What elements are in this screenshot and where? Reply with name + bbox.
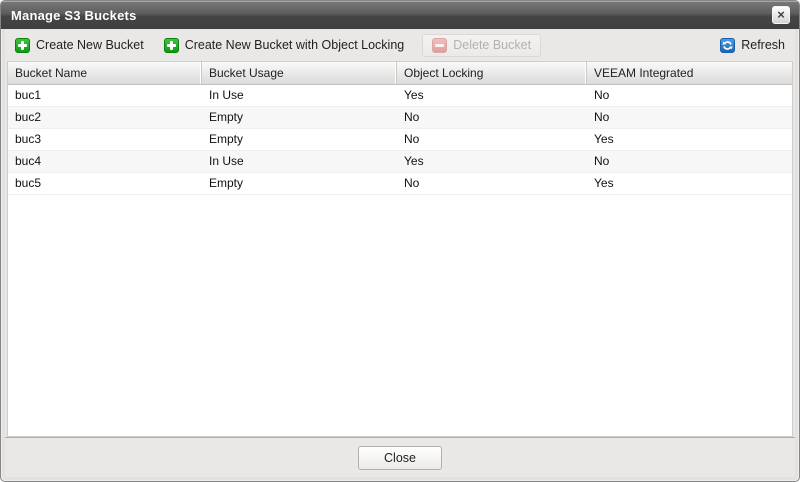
dialog-body: Create New Bucket Create New Bucket with… xyxy=(5,29,795,477)
table-cell: buc5 xyxy=(8,173,202,194)
delete-bucket-label: Delete Bucket xyxy=(453,38,531,52)
create-bucket-button[interactable]: Create New Bucket xyxy=(13,35,146,56)
table-row[interactable]: buc1In UseYesNo xyxy=(8,85,792,107)
dialog-titlebar: Manage S3 Buckets × xyxy=(1,1,799,29)
toolbar: Create New Bucket Create New Bucket with… xyxy=(5,29,795,61)
table-cell: No xyxy=(397,129,587,150)
close-icon[interactable]: × xyxy=(772,6,790,24)
dialog-footer: Close xyxy=(5,437,795,477)
refresh-button[interactable]: Refresh xyxy=(718,35,787,56)
close-button[interactable]: Close xyxy=(358,446,442,470)
table-cell: buc4 xyxy=(8,151,202,172)
table-cell: Empty xyxy=(202,107,397,128)
table-header-row: Bucket NameBucket UsageObject LockingVEE… xyxy=(8,62,792,85)
table-cell: buc3 xyxy=(8,129,202,150)
table-row[interactable]: buc5EmptyNoYes xyxy=(8,173,792,195)
table-cell: Empty xyxy=(202,173,397,194)
table-row[interactable]: buc2EmptyNoNo xyxy=(8,107,792,129)
table-cell: No xyxy=(397,173,587,194)
bucket-table: Bucket NameBucket UsageObject LockingVEE… xyxy=(7,61,793,437)
table-cell: buc1 xyxy=(8,85,202,106)
column-header-bucket-usage[interactable]: Bucket Usage xyxy=(202,62,397,84)
table-cell: Yes xyxy=(587,173,792,194)
plus-icon xyxy=(15,38,30,53)
column-header-bucket-name[interactable]: Bucket Name xyxy=(8,62,202,84)
create-bucket-label: Create New Bucket xyxy=(36,38,144,52)
table-cell: Yes xyxy=(587,129,792,150)
refresh-icon xyxy=(720,38,735,53)
column-header-object-locking[interactable]: Object Locking xyxy=(397,62,587,84)
dialog-title: Manage S3 Buckets xyxy=(11,8,137,23)
table-cell: Yes xyxy=(397,85,587,106)
table-cell: Empty xyxy=(202,129,397,150)
delete-bucket-button[interactable]: Delete Bucket xyxy=(422,34,541,57)
table-cell: Yes xyxy=(397,151,587,172)
table-row[interactable]: buc4In UseYesNo xyxy=(8,151,792,173)
table-cell: No xyxy=(587,151,792,172)
table-cell: No xyxy=(587,107,792,128)
table-body: buc1In UseYesNobuc2EmptyNoNobuc3EmptyNoY… xyxy=(8,85,792,436)
plus-icon xyxy=(164,38,179,53)
table-cell: No xyxy=(587,85,792,106)
table-cell: In Use xyxy=(202,85,397,106)
table-row[interactable]: buc3EmptyNoYes xyxy=(8,129,792,151)
table-cell: In Use xyxy=(202,151,397,172)
create-bucket-object-locking-button[interactable]: Create New Bucket with Object Locking xyxy=(162,35,407,56)
column-header-veeam-integrated[interactable]: VEEAM Integrated xyxy=(587,62,792,84)
table-cell: No xyxy=(397,107,587,128)
manage-s3-buckets-dialog: Manage S3 Buckets × Create New Bucket Cr… xyxy=(0,0,800,482)
create-bucket-object-locking-label: Create New Bucket with Object Locking xyxy=(185,38,405,52)
table-cell: buc2 xyxy=(8,107,202,128)
refresh-label: Refresh xyxy=(741,38,785,52)
minus-icon xyxy=(432,38,447,53)
